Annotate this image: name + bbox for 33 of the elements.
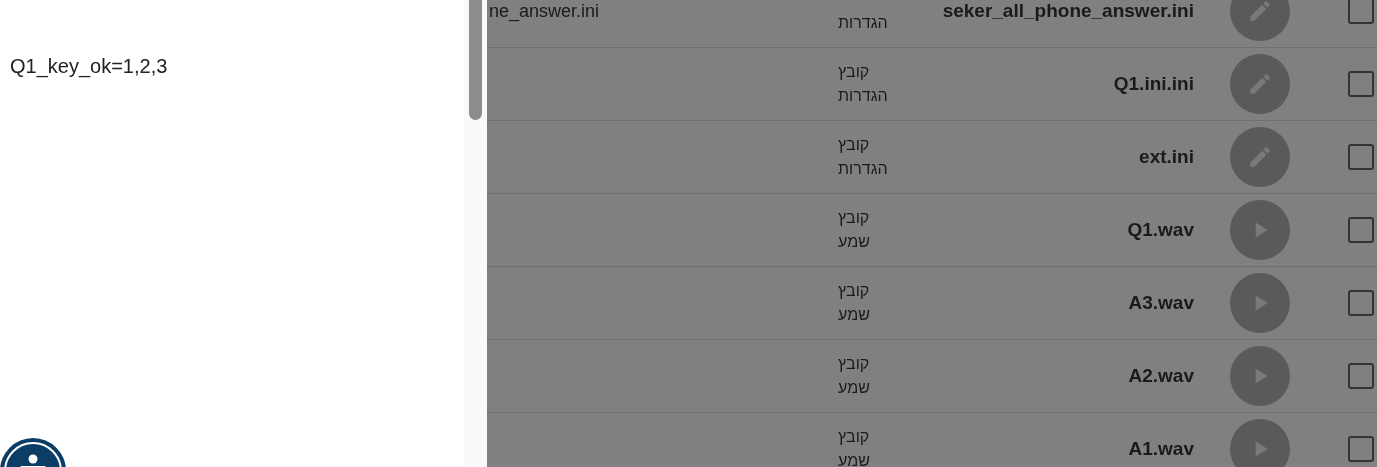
row-checkbox[interactable] [1348,290,1374,316]
pencil-icon [1247,0,1273,24]
pencil-icon [1247,144,1273,170]
file-type: קובץ הגדרות [838,135,889,179]
file-name: Q1.wav [1127,219,1194,240]
play-button[interactable] [1230,200,1290,260]
file-type: קובץ שמע [838,354,871,398]
play-button[interactable] [1230,273,1290,333]
settings-line: Q1_key_ok=1,2,3 [10,55,168,77]
file-type: קובץ שמע [838,427,871,467]
play-button[interactable] [1230,346,1290,406]
row-checkbox[interactable] [1348,363,1374,389]
file-type: קובץ הגדרות [838,62,889,106]
pencil-icon [1247,71,1273,97]
row-checkbox[interactable] [1348,436,1374,462]
file-type: קובץ שמע [838,208,871,252]
file-name: seker_all_phone_answer.ini [942,0,1194,21]
file-type: קובץ שמע [838,281,871,325]
play-button[interactable] [1230,419,1290,467]
scrollbar-thumb[interactable] [469,0,482,120]
file-type: הגדרות [838,13,889,33]
row-checkbox[interactable] [1348,71,1374,97]
edit-button[interactable] [1230,54,1290,114]
row-checkbox[interactable] [1348,144,1374,170]
row-checkbox[interactable] [1348,0,1374,24]
edit-button[interactable] [1230,127,1290,187]
row-checkbox[interactable] [1348,217,1374,243]
file-name: ext.ini [1139,146,1194,167]
file-name: A1.wav [1128,438,1194,459]
file-name: A3.wav [1128,292,1194,313]
table-cell: ne_answer.ini [489,0,600,22]
file-name: A2.wav [1128,365,1194,386]
file-name: Q1.ini.ini [1113,73,1194,94]
